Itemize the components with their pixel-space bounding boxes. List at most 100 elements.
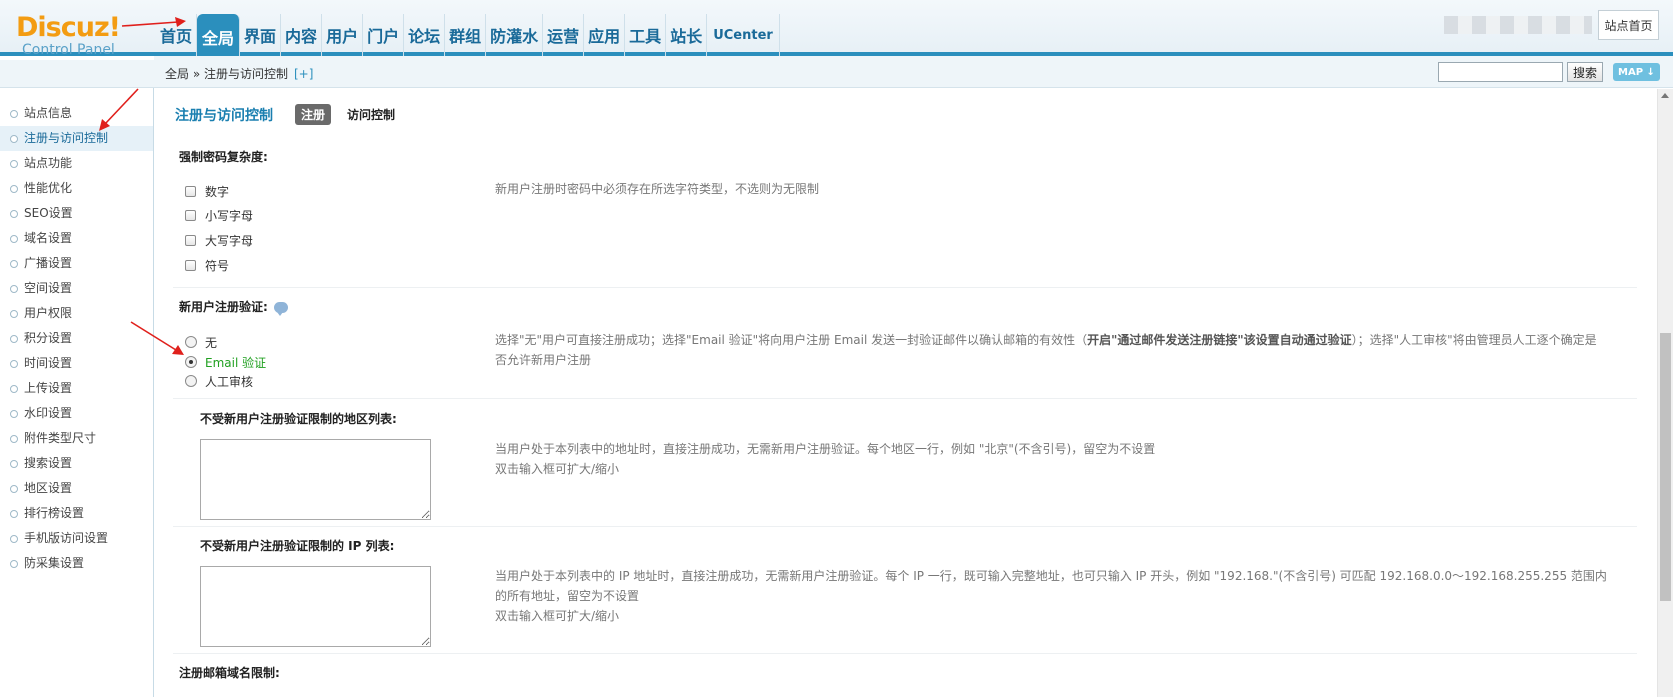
nav-global[interactable]: 全局 [197, 14, 241, 60]
sidebar-item-register-access[interactable]: 注册与访问控制 [0, 126, 153, 151]
sidebar-item-site-info[interactable]: 站点信息 [0, 101, 153, 126]
sidebar-item-anti-scrape[interactable]: 防采集设置 [0, 551, 153, 576]
sidebar-item-region[interactable]: 地区设置 [0, 476, 153, 501]
site-home-button[interactable]: 站点首页 [1598, 10, 1659, 40]
section-tabs: 注册与访问控制 注册 访问控制 [175, 104, 411, 125]
map-button[interactable]: MAP ↓ [1613, 63, 1660, 81]
ip-list-hint: 当用户处于本列表中的 IP 地址时，直接注册成功，无需新用户注册验证。每个 IP… [495, 566, 1635, 626]
ip-list-textarea[interactable] [200, 566, 431, 647]
hint-text: 当用户处于本列表中的地址时，直接注册成功，无需新用户注册验证。每个地区一行，例如… [495, 442, 1156, 456]
sidebar-item-seo[interactable]: SEO设置 [0, 201, 153, 226]
radio-none-label: 无 [205, 335, 218, 350]
radio[interactable] [185, 336, 197, 348]
nav-operations[interactable]: 运营 [543, 14, 585, 56]
sidebar-item-domain[interactable]: 域名设置 [0, 226, 153, 251]
breadcrumb-path[interactable]: 全局 » 注册与访问控制 [165, 67, 288, 81]
sidebar-item-broadcast[interactable]: 广播设置 [0, 251, 153, 276]
scroll-thumb[interactable] [1660, 333, 1671, 601]
radio-email-label: Email 验证 [205, 355, 267, 370]
breadcrumb: 全局 » 注册与访问控制 [+] [165, 65, 313, 82]
checkbox[interactable] [185, 234, 196, 246]
email-domain-label: 注册邮箱域名限制: [179, 666, 280, 680]
user-info-blurred [1444, 16, 1592, 34]
top-nav: 首页 全局 界面 内容 用户 门户 论坛 群组 防灌水 运营 应用 工具 站长 … [156, 14, 780, 60]
password-complexity-hint: 新用户注册时密码中必须存在所选字符类型，不选则为无限制 [495, 182, 820, 196]
checkbox-uppercase[interactable]: 大写字母 [185, 231, 253, 249]
sidebar-item-ranking[interactable]: 排行榜设置 [0, 501, 153, 526]
radio-manual[interactable]: 人工审核 [185, 372, 253, 390]
checkbox-digits[interactable]: 数字 [185, 182, 229, 200]
password-complexity-label: 强制密码复杂度: [179, 150, 268, 164]
ip-list-label: 不受新用户注册验证限制的 IP 列表: [200, 539, 395, 553]
divider [173, 526, 1637, 527]
area-list-textarea[interactable] [200, 439, 431, 520]
breadcrumb-bar: 全局 » 注册与访问控制 [+] 搜索 MAP ↓ [154, 56, 1673, 88]
sidebar-item-mobile[interactable]: 手机版访问设置 [0, 526, 153, 551]
page-title: 注册与访问控制 [175, 107, 273, 124]
search-button[interactable]: 搜索 [1567, 62, 1603, 82]
sidebar-item-search[interactable]: 搜索设置 [0, 451, 153, 476]
nav-content[interactable]: 内容 [281, 14, 323, 56]
divider [173, 287, 1637, 288]
area-list-label: 不受新用户注册验证限制的地区列表: [200, 412, 397, 426]
radio-selected[interactable] [185, 356, 197, 368]
hint-text: ）；选择"人工审核"将由管理员人工逐个确定是 [1351, 333, 1597, 347]
tab-register[interactable]: 注册 [295, 104, 332, 125]
checkbox-digits-label: 数字 [205, 184, 230, 199]
hint-text: 否允许新用户注册 [495, 353, 592, 367]
registration-verify-label: 新用户注册验证: [179, 298, 288, 316]
main-content: 注册与访问控制 注册 访问控制 强制密码复杂度: 数字 小写字母 大写字母 符号… [155, 89, 1657, 697]
sidebar-item-upload[interactable]: 上传设置 [0, 376, 153, 401]
hint-text: 选择"无"用户可直接注册成功；选择"Email 验证"将向用户注册 Email … [495, 333, 1088, 347]
checkbox-symbols[interactable]: 符号 [185, 256, 229, 274]
hint-text: 当用户处于本列表中的 IP 地址时，直接注册成功，无需新用户注册验证。每个 IP… [495, 569, 1607, 583]
nav-home[interactable]: 首页 [156, 14, 198, 56]
logo-subtitle: Control Panel [22, 42, 115, 58]
sidebar-item-credits[interactable]: 积分设置 [0, 326, 153, 351]
nav-tools[interactable]: 工具 [625, 14, 667, 56]
nav-interface[interactable]: 界面 [240, 14, 282, 56]
tab-access-control[interactable]: 访问控制 [341, 104, 401, 125]
sidebar: 站点信息 注册与访问控制 站点功能 性能优化 SEO设置 域名设置 广播设置 空… [0, 60, 154, 697]
radio[interactable] [185, 375, 197, 387]
radio-none[interactable]: 无 [185, 333, 217, 351]
sidebar-menu: 站点信息 注册与访问控制 站点功能 性能优化 SEO设置 域名设置 广播设置 空… [0, 88, 153, 576]
discuz-logo[interactable]: Discuz! Control Panel [16, 12, 136, 59]
sidebar-top-strip [0, 60, 154, 88]
top-header: Discuz! Control Panel 首页 全局 界面 内容 用户 门户 … [0, 0, 1673, 60]
sidebar-item-attachment-types[interactable]: 附件类型尺寸 [0, 426, 153, 451]
search-input[interactable] [1438, 62, 1563, 82]
help-icon[interactable] [273, 302, 288, 316]
registration-verify-hint: 选择"无"用户可直接注册成功；选择"Email 验证"将向用户注册 Email … [495, 330, 1635, 370]
nav-ucenter[interactable]: UCenter [707, 14, 780, 56]
checkbox[interactable] [185, 185, 196, 197]
nav-users[interactable]: 用户 [322, 14, 364, 56]
radio-manual-label: 人工审核 [205, 374, 254, 389]
nav-groups[interactable]: 群组 [445, 14, 487, 56]
hint-text: 双击输入框可扩大/缩小 [495, 462, 620, 476]
sidebar-item-space[interactable]: 空间设置 [0, 276, 153, 301]
nav-webmaster[interactable]: 站长 [666, 14, 708, 56]
sidebar-item-site-features[interactable]: 站点功能 [0, 151, 153, 176]
nav-apps[interactable]: 应用 [584, 14, 626, 56]
checkbox[interactable] [185, 209, 196, 221]
hint-text: 双击输入框可扩大/缩小 [495, 609, 620, 623]
checkbox-symbols-label: 符号 [205, 258, 230, 273]
scroll-up-arrow-icon[interactable] [1661, 93, 1669, 98]
add-shortcut-link[interactable]: [+] [294, 67, 313, 81]
area-list-hint: 当用户处于本列表中的地址时，直接注册成功，无需新用户注册验证。每个地区一行，例如… [495, 439, 1155, 479]
nav-forum[interactable]: 论坛 [404, 14, 446, 56]
scrollbar[interactable] [1657, 89, 1673, 697]
logo-brand: Discuz! [16, 12, 121, 43]
nav-portal[interactable]: 门户 [363, 14, 405, 56]
hint-bold-text: 开启"通过邮件发送注册链接"该设置自动通过验证 [1087, 333, 1352, 347]
sidebar-item-user-permissions[interactable]: 用户权限 [0, 301, 153, 326]
sidebar-item-performance[interactable]: 性能优化 [0, 176, 153, 201]
sidebar-item-watermark[interactable]: 水印设置 [0, 401, 153, 426]
checkbox[interactable] [185, 259, 196, 271]
checkbox-lowercase[interactable]: 小写字母 [185, 206, 253, 224]
hint-text: 的所有地址，留空为不设置 [495, 589, 640, 603]
radio-email[interactable]: Email 验证 [185, 353, 266, 371]
sidebar-item-time[interactable]: 时间设置 [0, 351, 153, 376]
nav-antispam[interactable]: 防灌水 [486, 14, 544, 56]
